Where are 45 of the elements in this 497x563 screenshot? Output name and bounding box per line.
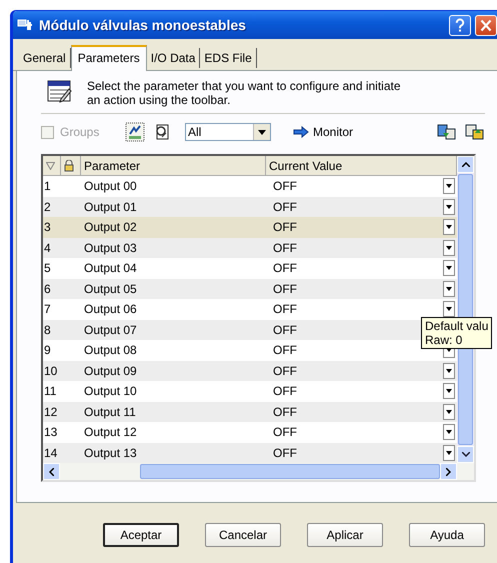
row-number: 9 xyxy=(43,343,52,358)
current-value: OFF xyxy=(273,322,297,337)
current-value: OFF xyxy=(273,240,297,255)
instruction-text: Select the parameter that you want to configure and initiate an action using the toolbar. xyxy=(87,79,402,107)
row-number: 6 xyxy=(43,282,52,296)
current-value: OFF xyxy=(273,404,297,419)
parameter-name: Output 03 xyxy=(83,240,138,255)
parameter-name: Output 11 xyxy=(83,404,137,419)
parameter-name: Output 10 xyxy=(83,384,138,398)
parameter-name: Output 08 xyxy=(83,343,138,358)
row-number: 2 xyxy=(43,200,52,214)
current-value: OFF xyxy=(273,384,297,398)
row-number: 3 xyxy=(43,220,52,234)
current-value: OFF xyxy=(273,261,297,276)
current-value: OFF xyxy=(273,282,297,296)
current-value: OFF xyxy=(273,343,297,358)
current-value: OFF xyxy=(273,302,297,316)
current-value: OFF xyxy=(273,446,297,460)
row-number: 11 xyxy=(43,384,58,398)
parameter-name: Output 02 xyxy=(83,220,138,234)
row-number: 5 xyxy=(43,261,52,276)
row-number: 8 xyxy=(43,322,52,337)
parameter-name: Output 04 xyxy=(83,261,138,276)
row-number: 12 xyxy=(43,404,58,419)
row-number: 13 xyxy=(43,425,58,440)
parameter-name: Output 01 xyxy=(83,200,138,214)
parameter-name: Output 13 xyxy=(83,446,138,460)
row-number: 4 xyxy=(43,240,52,255)
row-number: 7 xyxy=(43,302,52,316)
row-number: 14 xyxy=(43,446,58,460)
window-title: Módulo válvulas monoestables xyxy=(39,17,247,33)
parameter-name: Output 12 xyxy=(83,425,138,440)
parameter-name: Output 05 xyxy=(83,282,138,296)
current-value: OFF xyxy=(273,200,297,214)
current-value: OFF xyxy=(273,364,297,378)
current-value: OFF xyxy=(273,220,297,234)
current-value: OFF xyxy=(273,179,297,194)
parameter-name: Output 07 xyxy=(83,322,138,337)
parameter-name: Output 09 xyxy=(83,364,138,378)
parameter-name: Output 00 xyxy=(83,179,138,194)
parameter-name: Output 06 xyxy=(83,302,138,316)
row-number: 1 xyxy=(43,179,52,194)
current-value: OFF xyxy=(273,425,297,440)
tooltip: Default valu Raw: 0 xyxy=(421,317,492,349)
row-number: 10 xyxy=(43,364,58,378)
